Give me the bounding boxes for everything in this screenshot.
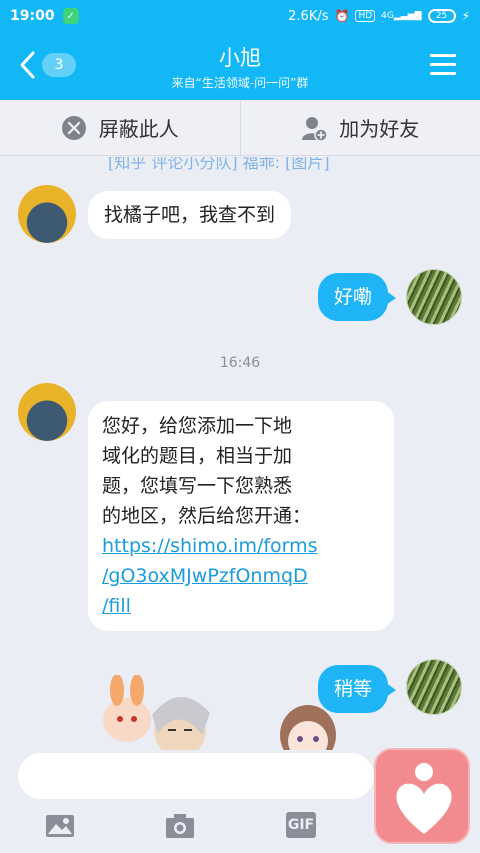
- message-bubble[interactable]: 您好，给您添加一下地 域化的题目，相当于加 题，您填写一下您熟悉 的地区，然后给…: [88, 401, 394, 631]
- status-bar: 19:00 ✓ 2.6K/s ⏰ HD 4G▂▃▅▇ 25 ⚡: [0, 0, 480, 32]
- page-subtitle: 来自“生活领域-问一问”群: [171, 76, 309, 90]
- my-avatar[interactable]: [406, 659, 462, 715]
- partial-message: [知乎 评论小分队] 福乖: [图片]: [108, 157, 330, 172]
- form-link[interactable]: /fill: [102, 591, 380, 621]
- block-user-label: 屏蔽此人: [98, 117, 179, 141]
- image-icon[interactable]: [44, 810, 76, 842]
- message-text: 好嘞: [334, 286, 373, 308]
- form-link[interactable]: https://shimo.im/forms: [102, 531, 380, 561]
- block-icon: [61, 115, 86, 140]
- message-input[interactable]: [18, 753, 374, 799]
- message-timestamp: 16:46: [219, 355, 261, 371]
- action-bar: 屏蔽此人 加为好友: [0, 100, 480, 156]
- heart-person-icon: [396, 763, 452, 834]
- gif-button[interactable]: GIF: [286, 812, 316, 838]
- menu-icon[interactable]: [430, 54, 456, 76]
- message-text-line: 题，您填写一下您熟悉: [102, 475, 293, 497]
- floating-heart-button[interactable]: [374, 748, 470, 844]
- block-user-button[interactable]: 屏蔽此人: [0, 100, 240, 155]
- message-text-line: 您好，给您添加一下地: [102, 415, 293, 437]
- message-icon: ✓: [62, 8, 79, 24]
- status-right: 2.6K/s ⏰ HD 4G▂▃▅▇ 25 ⚡: [288, 9, 470, 24]
- chat-area[interactable]: [知乎 评论小分队] 福乖: [图片] 找橘子吧，我查不到 好嘞 16:46 您…: [0, 157, 480, 750]
- message-text: 稍等: [334, 678, 373, 700]
- battery-level: 25: [435, 11, 448, 21]
- alarm-icon: ⏰: [334, 9, 350, 23]
- add-friend-button[interactable]: 加为好友: [239, 100, 480, 155]
- sender-avatar[interactable]: [18, 185, 76, 243]
- add-friend-label: 加为好友: [339, 117, 420, 141]
- charging-icon: ⚡: [461, 9, 470, 23]
- my-avatar[interactable]: [406, 269, 462, 325]
- message-bubble[interactable]: 找橘子吧，我查不到: [88, 191, 292, 239]
- camera-icon[interactable]: [164, 810, 196, 842]
- form-link[interactable]: /gO3oxMJwPzfOnmqD: [102, 561, 380, 591]
- message-bubble[interactable]: 好嘞: [318, 273, 397, 321]
- page-title: 小旭: [219, 46, 261, 70]
- message-text-line: 域化的题目，相当于加: [102, 445, 293, 467]
- status-time: 19:00: [10, 8, 55, 24]
- hd-icon: HD: [355, 10, 376, 22]
- battery-icon: 25: [427, 9, 456, 23]
- message-text: 找橘子吧，我查不到: [104, 204, 276, 226]
- add-user-icon: [302, 116, 328, 141]
- title-bar: 3 小旭 来自“生活领域-问一问”群: [0, 32, 480, 100]
- net-speed: 2.6K/s: [288, 8, 329, 24]
- sender-avatar[interactable]: [18, 383, 76, 441]
- girl-avatar[interactable]: [278, 705, 338, 750]
- network-type: 4G: [381, 11, 394, 21]
- message-text-line: 的地区，然后给您开通：: [102, 505, 312, 527]
- signal-icon: 4G▂▃▅▇: [381, 11, 422, 21]
- rabbit-sticker: [103, 675, 210, 750]
